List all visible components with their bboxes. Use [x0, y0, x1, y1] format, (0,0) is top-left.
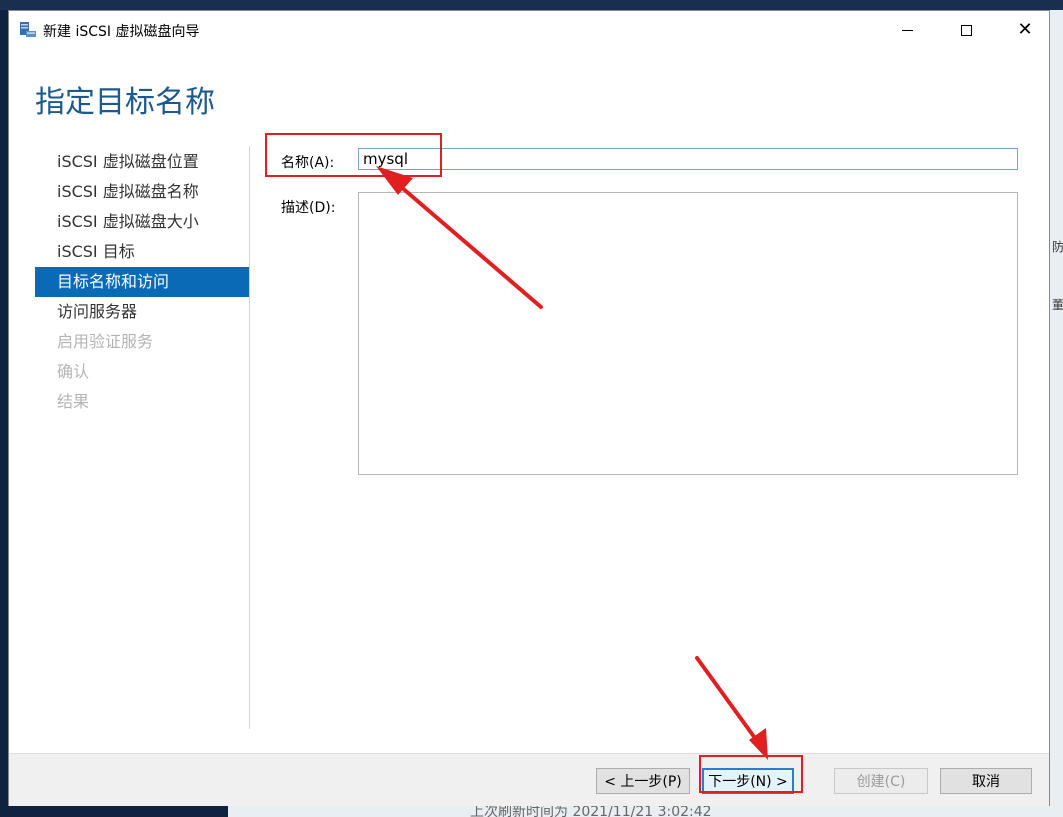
- previous-button[interactable]: < 上一步(P): [596, 768, 690, 794]
- server-icon: [20, 22, 36, 37]
- nav-step-enable-auth: 启用验证服务: [57, 332, 154, 351]
- nav-step-iscsi-target[interactable]: iSCSI 目标: [35, 237, 249, 267]
- background-status-bar: 上次刷新时间为 2021/11/21 3:02:42: [228, 806, 1050, 817]
- close-button[interactable]: ✕: [996, 11, 1054, 49]
- nav-step-disk-location[interactable]: iSCSI 虚拟磁盘位置: [35, 147, 249, 177]
- minimize-button[interactable]: [878, 11, 936, 49]
- minimize-icon: [901, 29, 913, 31]
- nav-step-target-name-access[interactable]: 目标名称和访问: [35, 267, 249, 297]
- nav-step-disk-name[interactable]: iSCSI 虚拟磁盘名称: [35, 177, 249, 207]
- description-textarea[interactable]: [358, 192, 1018, 475]
- page-title: 指定目标名称: [35, 85, 215, 120]
- desktop-background: [0, 0, 1063, 10]
- window-title: 新建 iSCSI 虚拟磁盘向导: [43, 24, 200, 40]
- create-button: 创建(C): [834, 768, 928, 794]
- wizard-footer: < 上一步(P) 下一步(N) > 创建(C) 取消: [9, 753, 1049, 806]
- name-input[interactable]: [358, 148, 1018, 170]
- wizard-steps-nav: iSCSI 虚拟磁盘位置 iSCSI 虚拟磁盘名称 iSCSI 虚拟磁盘大小 i…: [35, 147, 249, 417]
- background-refresh-status: 上次刷新时间为 2021/11/21 3:02:42: [470, 806, 712, 817]
- nav-step-results: 结果: [57, 392, 90, 411]
- next-button[interactable]: 下一步(N) >: [702, 768, 794, 794]
- maximize-button[interactable]: [937, 11, 995, 49]
- background-window-edge: 防 董: [1050, 10, 1063, 817]
- wizard-dialog: 新建 iSCSI 虚拟磁盘向导 ✕ 指定目标名称 iSCSI 虚拟磁盘位置 iS…: [8, 10, 1050, 806]
- nav-step-confirm: 确认: [57, 362, 90, 381]
- cancel-button[interactable]: 取消: [940, 768, 1032, 794]
- background-text-fragment: 董: [1052, 298, 1063, 312]
- maximize-icon: [960, 24, 972, 36]
- title-bar[interactable]: 新建 iSCSI 虚拟磁盘向导 ✕: [9, 11, 1049, 49]
- nav-step-access-servers[interactable]: 访问服务器: [35, 297, 249, 327]
- nav-step-disk-size[interactable]: iSCSI 虚拟磁盘大小: [35, 207, 249, 237]
- close-icon: ✕: [1017, 19, 1033, 40]
- nav-divider: [249, 146, 250, 729]
- description-label: 描述(D):: [281, 200, 336, 216]
- name-label: 名称(A):: [281, 155, 335, 171]
- background-text-fragment: 防: [1052, 240, 1063, 254]
